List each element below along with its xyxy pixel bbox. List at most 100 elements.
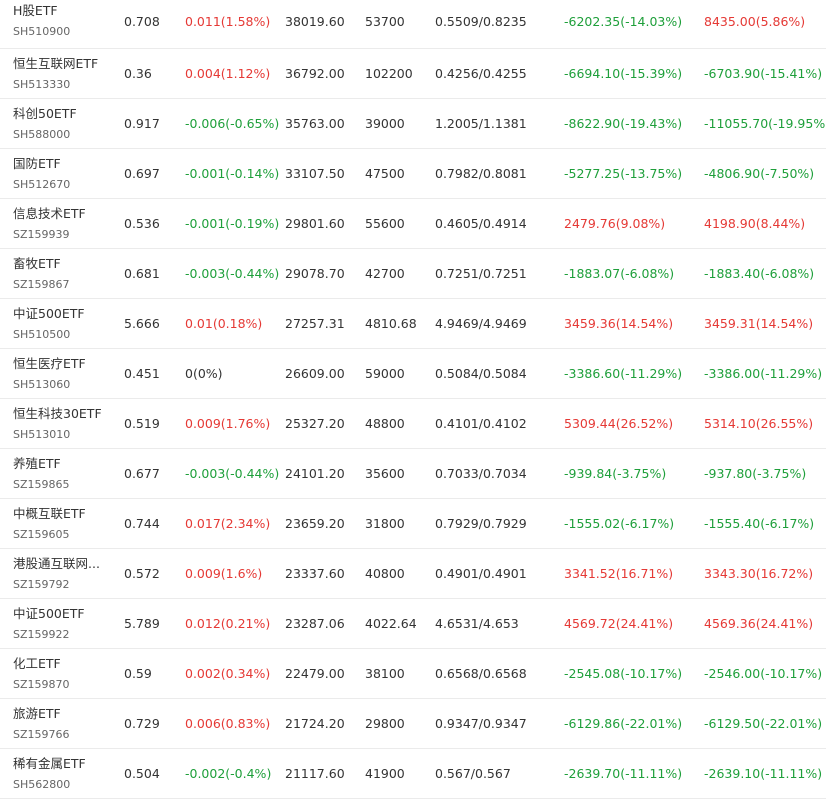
price-cell: 0.519 [124,415,160,431]
table-row[interactable]: 中证500ETF SH510500 5.666 0.01(0.18%) 27257.31… [0,299,826,349]
fund-name[interactable]: 中证500ETF [13,306,109,322]
fund-code: SZ159792 [13,578,70,591]
table-row[interactable]: 恒生医疗ETF SH513060 0.451 0(0%) 26609.00 59000 0.… [0,349,826,399]
fund-name[interactable]: 科创50ETF [13,106,109,122]
profit-loss-alt-cell: -3386.00(-11.29%) [704,365,823,381]
table-row[interactable]: 中概互联ETF SZ159605 0.744 0.017(2.34%) 23659.20… [0,499,826,549]
profit-loss-alt-cell: 3343.30(16.72%) [704,565,814,581]
cost-range-cell: 0.567/0.567 [435,765,511,781]
volume-cell: 41900 [365,765,405,781]
etf-holdings-table: H股ETF SH510900 0.708 0.011(1.58%) 38019.60 53… [0,0,826,799]
table-row[interactable]: 国防ETF SH512670 0.697 -0.001(-0.14%) 33107.50… [0,149,826,199]
profit-loss-cell: -6202.35(-14.03%) [564,13,683,29]
change-cell: -0.003(-0.44%) [185,465,280,481]
fund-cell: 养殖ETF SZ159865 [13,456,113,493]
fund-code: SH588000 [13,128,71,141]
fund-name[interactable]: 中概互联ETF [13,506,109,522]
profit-loss-alt-cell: -11055.70(-19.95%) [704,115,826,131]
turnover-cell: 26609.00 [285,365,345,381]
fund-name[interactable]: 中证500ETF [13,606,109,622]
volume-cell: 55600 [365,215,405,231]
turnover-cell: 24101.20 [285,465,345,481]
price-cell: 0.59 [124,665,152,681]
fund-name[interactable]: 稀有金属ETF [13,756,109,772]
table-row[interactable]: 信息技术ETF SZ159939 0.536 -0.001(-0.19%) 29801.… [0,199,826,249]
fund-code: SZ159922 [13,628,70,641]
fund-cell: 恒生科技30ETF SH513010 [13,406,113,443]
table-row[interactable]: 养殖ETF SZ159865 0.677 -0.003(-0.44%) 24101.20… [0,449,826,499]
cost-range-cell: 0.5084/0.5084 [435,365,527,381]
volume-cell: 40800 [365,565,405,581]
profit-loss-cell: -6694.10(-15.39%) [564,65,683,81]
fund-cell: 化工ETF SZ159870 [13,656,113,693]
fund-cell: 恒生医疗ETF SH513060 [13,356,113,393]
turnover-cell: 23287.06 [285,615,345,631]
table-row[interactable]: 中证500ETF SZ159922 5.789 0.012(0.21%) 23287.0… [0,599,826,649]
fund-name[interactable]: H股ETF [13,3,109,19]
cost-range-cell: 4.9469/4.9469 [435,315,527,331]
profit-loss-alt-cell: -4806.90(-7.50%) [704,165,815,181]
fund-name[interactable]: 恒生互联网ETF [13,56,109,72]
table-row[interactable]: 稀有金属ETF SH562800 0.504 -0.002(-0.4%) 21117.6… [0,749,826,799]
fund-code: SH513010 [13,428,71,441]
profit-loss-alt-cell: -1555.40(-6.17%) [704,515,815,531]
fund-name[interactable]: 恒生医疗ETF [13,356,109,372]
profit-loss-cell: -6129.86(-22.01%) [564,715,683,731]
fund-name[interactable]: 畜牧ETF [13,256,109,272]
price-cell: 0.744 [124,515,160,531]
fund-cell: 科创50ETF SH588000 [13,106,113,143]
cost-range-cell: 4.6531/4.653 [435,615,519,631]
profit-loss-cell: -8622.90(-19.43%) [564,115,683,131]
volume-cell: 48800 [365,415,405,431]
fund-name[interactable]: 旅游ETF [13,706,109,722]
turnover-cell: 25327.20 [285,415,345,431]
fund-code: SH513060 [13,378,71,391]
turnover-cell: 29078.70 [285,265,345,281]
price-cell: 0.917 [124,115,160,131]
fund-name[interactable]: 恒生科技30ETF [13,406,109,422]
price-cell: 0.536 [124,215,160,231]
profit-loss-alt-cell: -937.80(-3.75%) [704,465,807,481]
price-cell: 5.789 [124,615,160,631]
table-row[interactable]: 旅游ETF SZ159766 0.729 0.006(0.83%) 21724.20 29… [0,699,826,749]
profit-loss-alt-cell: -1883.40(-6.08%) [704,265,815,281]
profit-loss-cell: -5277.25(-13.75%) [564,165,683,181]
fund-cell: 国防ETF SH512670 [13,156,113,193]
price-cell: 0.729 [124,715,160,731]
cost-range-cell: 0.5509/0.8235 [435,13,527,29]
price-cell: 0.572 [124,565,160,581]
fund-name[interactable]: 养殖ETF [13,456,109,472]
change-cell: 0.009(1.76%) [185,415,271,431]
turnover-cell: 36792.00 [285,65,345,81]
table-row[interactable]: 畜牧ETF SZ159867 0.681 -0.003(-0.44%) 29078.70… [0,249,826,299]
fund-name[interactable]: 信息技术ETF [13,206,109,222]
profit-loss-cell: 4569.72(24.41%) [564,615,674,631]
change-cell: 0.017(2.34%) [185,515,271,531]
fund-code: SZ159766 [13,728,70,741]
turnover-cell: 23337.60 [285,565,345,581]
fund-cell: 信息技术ETF SZ159939 [13,206,113,243]
table-row[interactable]: H股ETF SH510900 0.708 0.011(1.58%) 38019.60 53… [0,0,826,49]
table-row[interactable]: 化工ETF SZ159870 0.59 0.002(0.34%) 22479.00 381… [0,649,826,699]
volume-cell: 35600 [365,465,405,481]
fund-name[interactable]: 港股通互联网... [13,556,109,572]
table-row[interactable]: 港股通互联网... SZ159792 0.572 0.009(1.6%) 23337.6… [0,549,826,599]
profit-loss-alt-cell: 5314.10(26.55%) [704,415,814,431]
change-cell: 0.006(0.83%) [185,715,271,731]
turnover-cell: 29801.60 [285,215,345,231]
change-cell: 0.004(1.12%) [185,65,271,81]
profit-loss-alt-cell: -6703.90(-15.41%) [704,65,823,81]
profit-loss-alt-cell: -6129.50(-22.01%) [704,715,823,731]
fund-cell: 旅游ETF SZ159766 [13,706,113,743]
volume-cell: 59000 [365,365,405,381]
change-cell: -0.001(-0.14%) [185,165,280,181]
table-row[interactable]: 科创50ETF SH588000 0.917 -0.006(-0.65%) 35763.… [0,99,826,149]
change-cell: -0.003(-0.44%) [185,265,280,281]
fund-name[interactable]: 化工ETF [13,656,109,672]
fund-code: SH510900 [13,25,71,38]
turnover-cell: 35763.00 [285,115,345,131]
profit-loss-cell: 3459.36(14.54%) [564,315,674,331]
table-row[interactable]: 恒生互联网ETF SH513330 0.36 0.004(1.12%) 36792.00… [0,49,826,99]
fund-name[interactable]: 国防ETF [13,156,109,172]
table-row[interactable]: 恒生科技30ETF SH513010 0.519 0.009(1.76%) 25327.… [0,399,826,449]
